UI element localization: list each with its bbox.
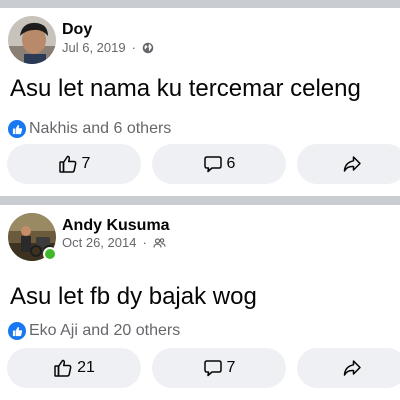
post-card: Doy Jul 6, 2019 · Asu let nama ku tercem… (0, 8, 400, 196)
post-meta: Jul 6, 2019 · (62, 40, 154, 55)
post-date[interactable]: Oct 26, 2014 (62, 235, 136, 250)
post-card: Andy Kusuma Oct 26, 2014 · Asu let fb dy… (0, 205, 400, 400)
reactions-text: Nakhis and 6 others (29, 120, 172, 137)
post-text: Asu let fb dy bajak wog (10, 283, 257, 310)
friends-icon (153, 237, 166, 249)
share-button[interactable] (297, 144, 400, 184)
reactions-summary[interactable]: Eko Aji and 20 others (8, 322, 180, 340)
thumbs-up-icon (58, 154, 78, 174)
meta-separator: · (131, 40, 136, 55)
reactions-text: Eko Aji and 20 others (29, 322, 181, 339)
like-reaction-icon (8, 120, 26, 138)
share-button[interactable] (297, 348, 400, 388)
comment-button[interactable]: 7 (152, 348, 286, 388)
like-reaction-icon (8, 322, 26, 340)
avatar[interactable] (8, 16, 56, 64)
meta-separator: · (142, 235, 147, 250)
like-count: 21 (77, 359, 95, 376)
comment-icon (203, 358, 223, 378)
reactions-summary[interactable]: Nakhis and 6 others (8, 120, 171, 138)
post-meta: Oct 26, 2014 · (62, 235, 166, 250)
comment-icon (203, 154, 223, 174)
comment-count: 6 (226, 155, 236, 172)
like-button[interactable]: 7 (7, 144, 141, 184)
online-status-indicator (43, 247, 57, 261)
comment-button[interactable]: 6 (152, 144, 286, 184)
post-author[interactable]: Doy (62, 21, 92, 39)
like-count: 7 (81, 155, 91, 172)
comment-count: 7 (226, 359, 236, 376)
globe-icon (142, 42, 154, 54)
news-feed: Doy Jul 6, 2019 · Asu let nama ku tercem… (0, 0, 400, 400)
share-icon (342, 358, 362, 378)
thumbs-up-icon (53, 358, 73, 378)
post-author[interactable]: Andy Kusuma (62, 217, 170, 235)
share-icon (342, 154, 362, 174)
post-text: Asu let nama ku tercemar celeng (10, 75, 361, 102)
like-button[interactable]: 21 (7, 348, 141, 388)
post-date[interactable]: Jul 6, 2019 (62, 40, 126, 55)
